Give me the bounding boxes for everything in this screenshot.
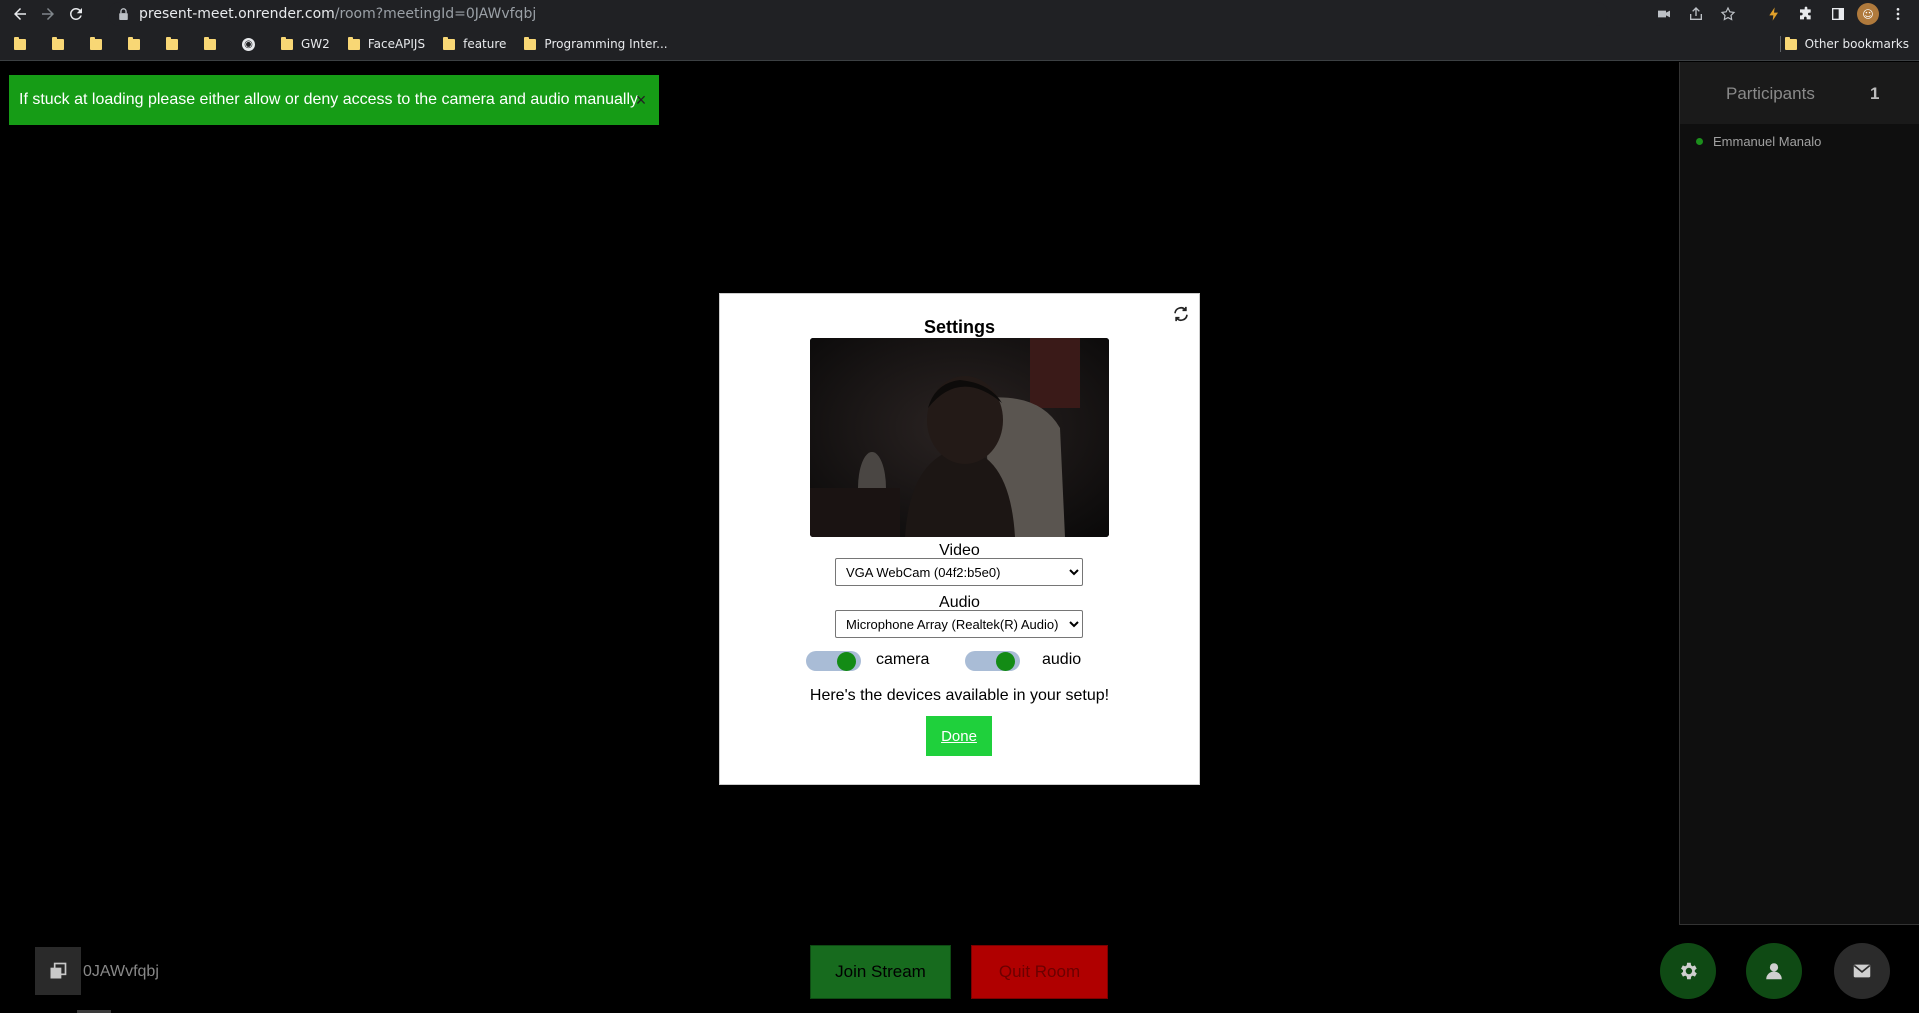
loading-toast: If stuck at loading please either allow … bbox=[9, 75, 659, 125]
url-host: present-meet.onrender.com bbox=[139, 6, 335, 22]
bookmark-folder[interactable] bbox=[40, 32, 78, 56]
folder-icon bbox=[443, 36, 456, 50]
folder-icon bbox=[347, 36, 360, 50]
browser-menu-button[interactable] bbox=[1885, 2, 1911, 26]
settings-button[interactable] bbox=[1660, 943, 1716, 999]
arrow-right-icon bbox=[42, 8, 54, 20]
participants-title: Participants bbox=[1726, 84, 1815, 103]
camera-toggle[interactable] bbox=[806, 651, 861, 671]
folder-icon bbox=[166, 36, 178, 50]
participants-panel: Participants 1 Emmanuel Manalo bbox=[1679, 62, 1919, 925]
bookmark-folder-gw2[interactable]: GW2 bbox=[269, 32, 336, 56]
camera-preview-image bbox=[810, 338, 1109, 537]
side-panel-button[interactable] bbox=[1825, 2, 1851, 26]
folder-icon bbox=[90, 36, 102, 50]
bookmarks-divider bbox=[1780, 36, 1781, 52]
participant-name: Emmanuel Manalo bbox=[1713, 134, 1822, 149]
other-bookmarks[interactable]: Other bookmarks bbox=[1784, 28, 1909, 60]
browser-toolbar: present-meet.onrender.com/room?meetingId… bbox=[0, 0, 1919, 28]
messages-button[interactable] bbox=[1834, 943, 1890, 999]
globe-icon: ◉ bbox=[242, 37, 255, 51]
bookmarks-bar: ◉ GW2 FaceAPIJS feature Programming Inte… bbox=[0, 28, 1919, 61]
bookmark-folder[interactable] bbox=[116, 32, 154, 56]
camera-preview bbox=[810, 338, 1109, 537]
folder-icon bbox=[204, 36, 216, 50]
url-text: present-meet.onrender.com/room?meetingId… bbox=[139, 6, 536, 22]
audio-toggle[interactable] bbox=[965, 651, 1020, 671]
other-bookmarks-label: Other bookmarks bbox=[1804, 37, 1909, 51]
side-panel-icon bbox=[1832, 8, 1844, 20]
bookmark-label: GW2 bbox=[301, 37, 330, 51]
profile-avatar[interactable]: ☺ bbox=[1857, 3, 1879, 25]
camera-toggle-label: camera bbox=[876, 651, 930, 668]
join-stream-button[interactable]: Join Stream bbox=[810, 945, 951, 999]
profile-button[interactable] bbox=[1746, 943, 1802, 999]
bookmark-label: Programming Inter... bbox=[544, 37, 668, 51]
copy-icon bbox=[50, 962, 67, 979]
lightning-icon bbox=[1769, 7, 1778, 21]
devices-hint: Here's the devices available in your set… bbox=[809, 687, 1110, 704]
folder-icon bbox=[128, 36, 140, 50]
bookmark-star-button[interactable] bbox=[1715, 2, 1741, 26]
more-vert-icon bbox=[1896, 8, 1900, 20]
lock-icon bbox=[119, 8, 128, 20]
folder-icon bbox=[1784, 36, 1797, 50]
back-button[interactable] bbox=[6, 0, 34, 28]
bookmark-folder-faceapijs[interactable]: FaceAPIJS bbox=[336, 32, 431, 56]
room-id-text: 0JAWvfqbj bbox=[83, 963, 159, 980]
participant-item[interactable]: Emmanuel Manalo bbox=[1696, 134, 1821, 149]
extensions-menu-button[interactable] bbox=[1793, 2, 1819, 26]
camera-indicator-button[interactable] bbox=[1651, 2, 1677, 26]
video-camera-icon bbox=[1658, 10, 1670, 18]
reload-icon bbox=[69, 7, 82, 20]
online-status-dot bbox=[1696, 138, 1703, 145]
folder-icon bbox=[52, 36, 64, 50]
audio-toggle-label: audio bbox=[1042, 651, 1082, 668]
bookmark-folder-programming[interactable]: Programming Inter... bbox=[512, 32, 673, 56]
bookmark-folder[interactable] bbox=[154, 32, 192, 56]
video-device-select[interactable]: VGA WebCam (04f2:b5e0) bbox=[835, 558, 1083, 586]
bookmark-site[interactable]: ◉ bbox=[230, 32, 269, 56]
envelope-icon bbox=[1853, 964, 1871, 978]
folder-icon bbox=[14, 36, 26, 50]
star-icon bbox=[1720, 6, 1736, 21]
bookmark-folder[interactable] bbox=[78, 32, 116, 56]
url-path: /room?meetingId=0JAWvfqbj bbox=[334, 6, 537, 22]
toggle-knob bbox=[837, 652, 856, 671]
bookmark-folder[interactable] bbox=[0, 32, 40, 56]
reload-button[interactable] bbox=[62, 0, 90, 28]
bookmark-label: FaceAPIJS bbox=[367, 37, 426, 51]
audio-device-select[interactable]: Microphone Array (Realtek(R) Audio) bbox=[835, 610, 1083, 638]
forward-button[interactable] bbox=[34, 0, 62, 28]
copy-room-id-button[interactable] bbox=[35, 947, 81, 995]
folder-icon bbox=[524, 36, 537, 50]
extension-button[interactable] bbox=[1761, 2, 1787, 26]
address-bar[interactable]: present-meet.onrender.com/room?meetingId… bbox=[108, 2, 1608, 26]
participants-count: 1 bbox=[1870, 84, 1880, 103]
bookmark-folder[interactable] bbox=[192, 32, 230, 56]
share-button[interactable] bbox=[1683, 2, 1709, 26]
settings-modal: Settings Video VGA WebCam (04f2:b5e0) Au… bbox=[719, 293, 1200, 785]
puzzle-icon bbox=[1800, 6, 1811, 20]
participants-header: Participants 1 bbox=[1680, 62, 1919, 124]
done-button[interactable]: Done bbox=[926, 716, 992, 756]
arrow-left-icon bbox=[14, 8, 26, 20]
quit-room-button[interactable]: Quit Room bbox=[971, 945, 1108, 999]
toast-message: If stuck at loading please either allow … bbox=[19, 91, 639, 108]
toggle-knob bbox=[996, 652, 1015, 671]
bookmark-label: feature bbox=[463, 37, 507, 51]
person-icon bbox=[1766, 963, 1782, 980]
settings-title: Settings bbox=[923, 317, 995, 337]
bookmark-folder-feature[interactable]: feature bbox=[431, 32, 512, 56]
folder-icon bbox=[281, 36, 293, 50]
toast-close-button[interactable]: × bbox=[631, 90, 651, 110]
share-icon bbox=[1690, 7, 1702, 20]
gear-icon bbox=[1681, 962, 1697, 980]
